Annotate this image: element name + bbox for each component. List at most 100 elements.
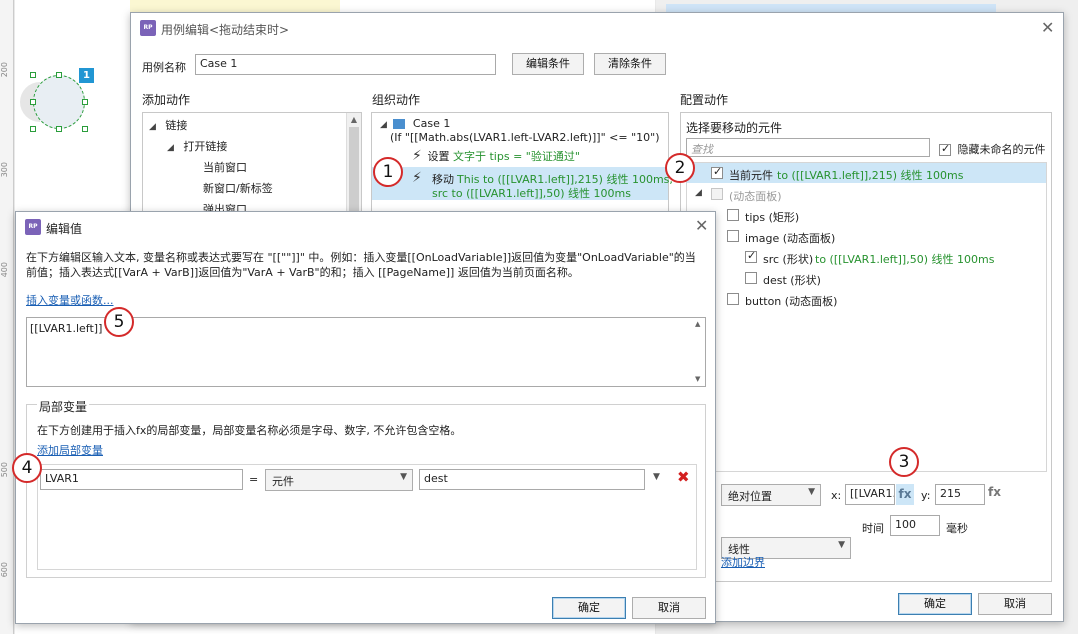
add-boundary-link[interactable]: 添加边界 [721, 554, 765, 570]
resize-handle[interactable] [30, 72, 36, 78]
organize-action-header: 组织动作 [372, 93, 421, 107]
scrollbar[interactable]: ▲ [346, 113, 361, 221]
scroll-down-icon[interactable]: ▼ [695, 375, 700, 383]
config-action-header: 配置动作 [680, 93, 729, 107]
widget-checkbox[interactable] [745, 249, 757, 263]
y-fx-button[interactable]: fx [988, 485, 1001, 499]
lightning-icon: ⚡ [412, 170, 422, 186]
tree-item-new-window[interactable]: 新窗口/新标签 [203, 180, 273, 196]
widget-checkbox[interactable] [745, 272, 757, 284]
scroll-up-icon[interactable]: ▲ [347, 115, 361, 124]
case-cancel-button[interactable]: 取消 [978, 593, 1052, 615]
position-mode-value: 绝对位置 [728, 490, 772, 503]
resize-handle[interactable] [30, 99, 36, 105]
tree-item-link: 链接 [165, 119, 188, 132]
move-action-detail-2: src to ([[LVAR1.left]],50) 线性 100ms [432, 187, 631, 200]
close-icon[interactable]: ✕ [1041, 20, 1054, 36]
widget-row-button[interactable]: button (动态面板) [687, 289, 1046, 309]
widget-row-image[interactable]: image (动态面板) [687, 226, 1046, 246]
var-type-value: 元件 [272, 475, 294, 488]
x-fx-button[interactable]: fx [896, 484, 914, 505]
hide-unnamed-checkbox-row[interactable]: 隐藏未命名的元件 [939, 141, 1046, 157]
callout-marker: 1 [373, 157, 403, 187]
ruler-tick: 600 [0, 562, 9, 578]
case-ok-button[interactable]: 确定 [898, 593, 972, 615]
scroll-up-icon[interactable]: ▲ [695, 320, 700, 328]
tree-row[interactable]: ◢ 链接 [149, 117, 187, 133]
value-editor-text: [[LVAR1.left]] [30, 322, 103, 335]
y-label: y: [921, 489, 931, 502]
widget-search-input[interactable]: 查找 [686, 138, 930, 157]
set-action-row[interactable]: ⚡ 设置 文字于 tips = "验证通过" [412, 148, 580, 164]
equals-label: = [249, 473, 259, 486]
resize-handle[interactable] [82, 99, 88, 105]
widget-label: button (动态面板) [745, 295, 838, 308]
widget-detail: to ([[LVAR1.left]],50) 线性 100ms [815, 253, 995, 266]
tree-row[interactable]: ◢ 打开链接 [167, 138, 227, 154]
resize-handle[interactable] [56, 126, 62, 132]
widget-checkbox[interactable] [727, 230, 739, 242]
ruler-tick: 300 [0, 162, 9, 178]
widget-label: (动态面板) [729, 190, 782, 203]
ruler-tick: 200 [0, 62, 9, 78]
resize-handle[interactable] [82, 126, 88, 132]
insert-variable-link[interactable]: 插入变量或函数... [26, 292, 114, 308]
time-input[interactable]: 100 [890, 515, 940, 536]
widget-checkbox[interactable] [727, 209, 739, 221]
ruler-tick: 400 [0, 262, 9, 278]
case-name-input[interactable]: Case 1 [195, 54, 496, 75]
widget-label: image (动态面板) [745, 232, 836, 245]
hide-unnamed-label: 隐藏未命名的元件 [957, 143, 1046, 156]
widget-checkbox[interactable] [727, 293, 739, 305]
x-label: x: [831, 489, 842, 502]
select-widgets-label: 选择要移动的元件 [686, 121, 783, 135]
var-type-select[interactable]: 元件 ▼ [265, 469, 413, 491]
tree-item-current-window[interactable]: 当前窗口 [203, 159, 247, 175]
delete-icon[interactable]: ✖ [677, 468, 690, 486]
case-row[interactable]: ◢ Case 1 [380, 117, 450, 130]
var-target-input[interactable]: dest [419, 469, 645, 490]
clear-condition-button[interactable]: 清除条件 [594, 53, 666, 75]
widget-row-dynamic-panel[interactable]: ◢ (动态面板) [687, 184, 1046, 204]
expand-icon: ◢ [149, 122, 156, 132]
resize-handle[interactable] [56, 72, 62, 78]
edit-condition-button[interactable]: 编辑条件 [512, 53, 584, 75]
widget-label: 当前元件 [729, 169, 773, 182]
scroll-thumb[interactable] [349, 127, 359, 219]
widget-row-src[interactable]: src (形状) to ([[LVAR1.left]],50) 线性 100ms [687, 247, 1046, 267]
local-vars-desc: 在下方创建用于插入fx的局部变量，局部变量名称必须是字母、数字, 不允许包含空格… [37, 424, 462, 437]
app-logo-icon: RP [140, 20, 156, 36]
canvas-shape-selected[interactable] [33, 75, 85, 129]
widget-label: tips (矩形) [745, 211, 800, 224]
widget-checkbox[interactable] [711, 188, 723, 200]
position-mode-select[interactable]: 绝对位置 ▼ [721, 484, 821, 506]
lightning-icon: ⚡ [412, 148, 422, 164]
y-value-input[interactable]: 215 [935, 484, 985, 505]
widget-label: src (形状) [763, 253, 814, 266]
add-local-var-link[interactable]: 添加局部变量 [37, 442, 103, 458]
set-action-detail: 文字于 tips = "验证通过" [453, 150, 580, 163]
chevron-down-icon: ▼ [838, 540, 845, 550]
edit-ok-button[interactable]: 确定 [552, 597, 626, 619]
case-condition: (If "[[Math.abs(LVAR1.left-LVAR2.left)]]… [390, 131, 660, 144]
resize-handle[interactable] [30, 126, 36, 132]
callout-marker: 4 [12, 453, 42, 483]
var-name-input[interactable]: LVAR1 [40, 469, 243, 490]
config-action-panel: 选择要移动的元件 查找 隐藏未命名的元件 当前元件 to ([[LVAR1.le… [680, 112, 1052, 582]
expand-icon[interactable]: ◢ [695, 188, 702, 198]
hide-unnamed-checkbox[interactable] [939, 142, 951, 156]
local-vars-header: 局部变量 [37, 398, 90, 415]
case-title: Case 1 [412, 117, 451, 130]
widget-row-tips[interactable]: tips (矩形) [687, 205, 1046, 225]
widget-checkbox[interactable] [711, 165, 723, 179]
tree-item-open-link: 打开链接 [183, 140, 228, 153]
expand-icon: ◢ [380, 120, 387, 130]
shape-interaction-badge: 1 [79, 68, 94, 83]
close-icon[interactable]: ✕ [695, 218, 708, 234]
move-action-row[interactable]: ⚡ 移动 This to ([[LVAR1.left]],215) 线性 100… [372, 167, 673, 200]
widget-row-dest[interactable]: dest (形状) [687, 268, 1046, 288]
x-value-input[interactable]: [[LVAR1. [845, 484, 895, 505]
widget-row-current[interactable]: 当前元件 to ([[LVAR1.left]],215) 线性 100ms [687, 163, 1046, 183]
edit-cancel-button[interactable]: 取消 [632, 597, 706, 619]
chevron-down-icon[interactable]: ▼ [653, 472, 660, 482]
